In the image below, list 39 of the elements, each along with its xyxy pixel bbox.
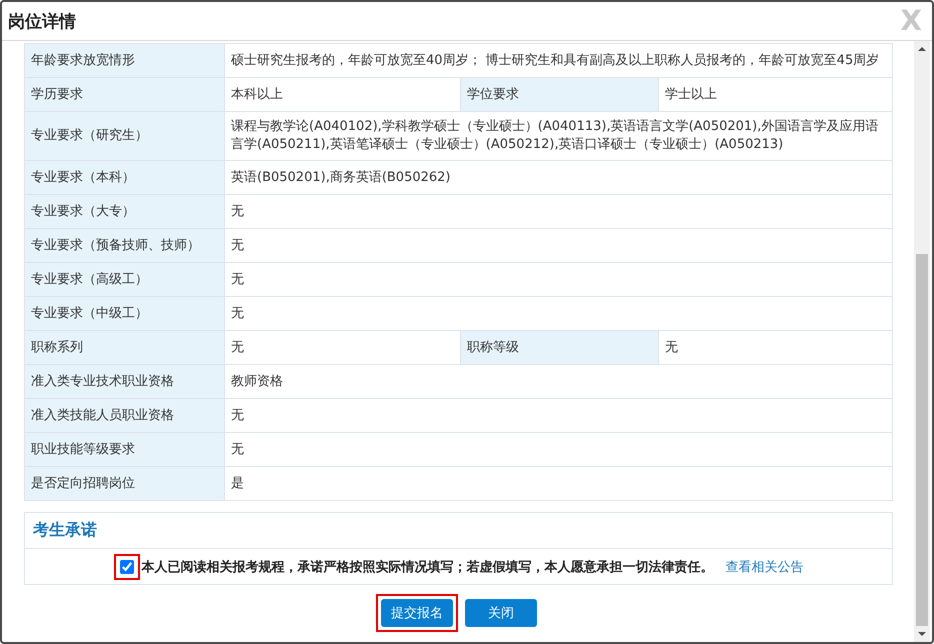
field-value: 英语(B050201),商务英语(B050262): [224, 160, 892, 194]
field-value: 无: [224, 398, 892, 432]
field-label: 学历要求: [24, 78, 224, 112]
field-value: 教师资格: [224, 364, 892, 398]
window-title: 岗位详情: [8, 10, 76, 32]
field-label: 专业要求（大专）: [24, 194, 224, 228]
pledge-text: 本人已阅读相关报考规程，承诺严格按照实际情况填写；若虚假填写，本人愿意承担一切法律责任。: [142, 558, 714, 576]
field-value: 课程与教学论(A040102),学科教学硕士（专业硕士）(A040113),英语语言文学(A050201),外国语言学及应用语言学(A050211),英语笔译硕士（专业硕士）(A050212),英语口译硕士（专业硕士）(A050213): [224, 112, 892, 160]
field-value: 硕士研究生报考的，年龄可放宽至40周岁； 博士研究生和具有副高及以上职称人员报考的，年龄可放宽至45周岁: [224, 44, 892, 78]
scroll-up-icon[interactable]: [918, 47, 926, 51]
field-value: 无: [224, 262, 892, 296]
close-dialog-button[interactable]: 关闭: [465, 599, 537, 627]
field-label: 是否定向招聘岗位: [24, 466, 224, 500]
section-title: 考生承诺: [33, 520, 97, 541]
field-label: 专业要求（本科）: [24, 160, 224, 194]
scrollbar[interactable]: [914, 41, 930, 642]
field-label: 准入类专业技术职业资格: [24, 364, 224, 398]
field-value: 无: [224, 330, 460, 364]
field-value: 本科以上: [224, 78, 460, 112]
field-label: 学位要求: [460, 78, 658, 112]
scroll-down-icon[interactable]: [918, 632, 926, 636]
field-label: 专业要求（高级工）: [24, 262, 224, 296]
field-label: 专业要求（预备技师、技师）: [24, 228, 224, 262]
notice-link[interactable]: 查看相关公告: [726, 558, 804, 576]
field-value: 无: [658, 330, 892, 364]
field-label: 专业要求（研究生）: [24, 112, 224, 160]
field-label: 年龄要求放宽情形: [24, 44, 224, 78]
field-label: 职业技能等级要求: [24, 432, 224, 466]
field-value: 是: [224, 466, 892, 500]
field-value: 无: [224, 194, 892, 228]
agree-checkbox[interactable]: [120, 560, 134, 574]
field-label: 专业要求（中级工）: [24, 296, 224, 330]
field-value: 无: [224, 432, 892, 466]
field-label: 职称系列: [24, 330, 224, 364]
field-value: 无: [224, 228, 892, 262]
submit-button[interactable]: 提交报名: [381, 599, 453, 627]
field-label: 职称等级: [460, 330, 658, 364]
field-label: 准入类技能人员职业资格: [24, 398, 224, 432]
field-value: 学士以上: [658, 78, 892, 112]
